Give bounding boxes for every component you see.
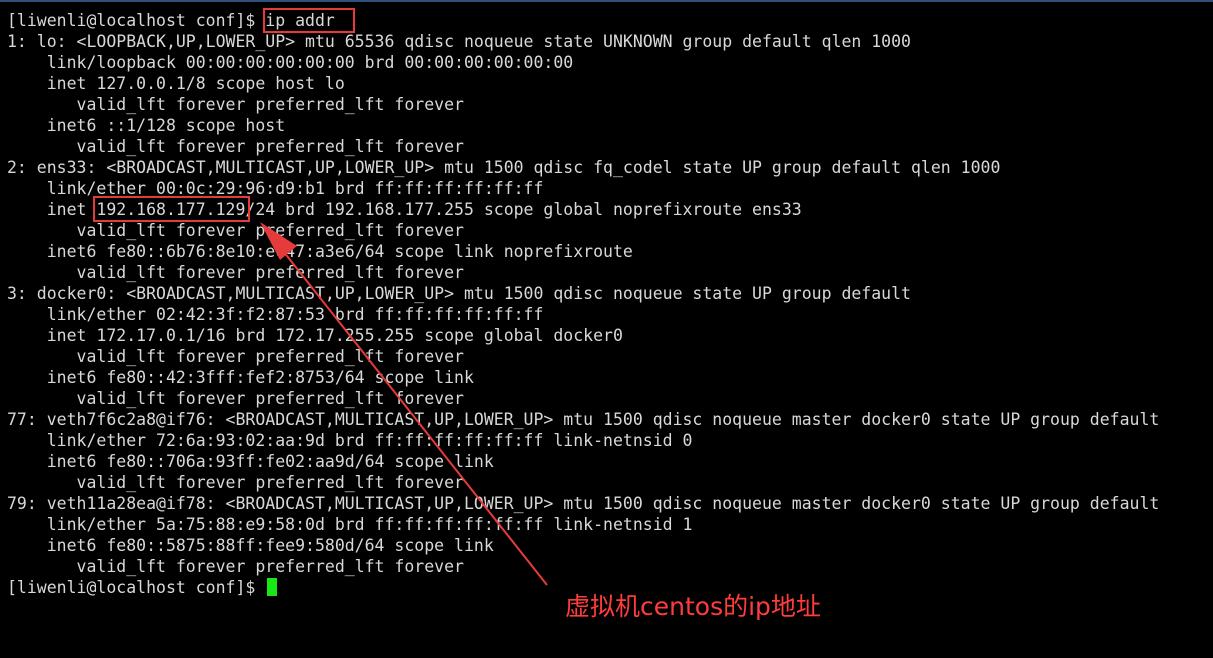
terminal-line: inet 172.17.0.1/16 brd 172.17.255.255 sc…: [7, 326, 623, 345]
terminal-line: inet 192.168.177.129/24 brd 192.168.177.…: [7, 200, 802, 219]
terminal-line: 79: veth11a28ea@if78: <BROADCAST,MULTICA…: [7, 494, 1160, 513]
terminal-prompt: [liwenli@localhost conf]$: [7, 578, 266, 597]
terminal-line: link/ether 00:0c:29:96:d9:b1 brd ff:ff:f…: [7, 179, 544, 198]
terminal-line: valid_lft forever preferred_lft forever: [7, 137, 464, 156]
terminal-line: valid_lft forever preferred_lft forever: [7, 347, 464, 366]
terminal-line: 3: docker0: <BROADCAST,MULTICAST,UP,LOWE…: [7, 284, 911, 303]
terminal-line: inet6 fe80::5875:88ff:fee9:580d/64 scope…: [7, 536, 494, 555]
terminal-line: valid_lft forever preferred_lft forever: [7, 263, 464, 282]
terminal-line: valid_lft forever preferred_lft forever: [7, 473, 464, 492]
annotation-label: 虚拟机centos的ip地址: [565, 592, 821, 621]
terminal-line: valid_lft forever preferred_lft forever: [7, 389, 464, 408]
terminal-line: valid_lft forever preferred_lft forever: [7, 95, 464, 114]
terminal-line: link/ether 02:42:3f:f2:87:53 brd ff:ff:f…: [7, 305, 544, 324]
terminal-line: valid_lft forever preferred_lft forever: [7, 221, 464, 240]
terminal-line: link/loopback 00:00:00:00:00:00 brd 00:0…: [7, 53, 574, 72]
terminal-window[interactable]: [liwenli@localhost conf]$ ip addr 1: lo:…: [0, 0, 1213, 656]
terminal-output: [liwenli@localhost conf]$ ip addr 1: lo:…: [7, 10, 1159, 598]
terminal-line: inet6 fe80::42:3fff:fef2:8753/64 scope l…: [7, 368, 474, 387]
terminal-line: 1: lo: <LOOPBACK,UP,LOWER_UP> mtu 65536 …: [7, 32, 911, 51]
terminal-line: 77: veth7f6c2a8@if76: <BROADCAST,MULTICA…: [7, 410, 1160, 429]
terminal-cursor: [267, 578, 278, 596]
terminal-line: inet6 fe80::6b76:8e10:e047:a3e6/64 scope…: [7, 242, 633, 261]
terminal-line: link/ether 5a:75:88:e9:58:0d brd ff:ff:f…: [7, 515, 693, 534]
terminal-line: inet6 fe80::706a:93ff:fe02:aa9d/64 scope…: [7, 452, 494, 471]
terminal-line: 2: ens33: <BROADCAST,MULTICAST,UP,LOWER_…: [7, 158, 1001, 177]
terminal-line: inet6 ::1/128 scope host: [7, 116, 286, 135]
terminal-line: inet 127.0.0.1/8 scope host lo: [7, 74, 345, 93]
terminal-line: [liwenli@localhost conf]$ ip addr: [7, 11, 335, 30]
terminal-line: link/ether 72:6a:93:02:aa:9d brd ff:ff:f…: [7, 431, 693, 450]
terminal-line: valid_lft forever preferred_lft forever: [7, 557, 464, 576]
